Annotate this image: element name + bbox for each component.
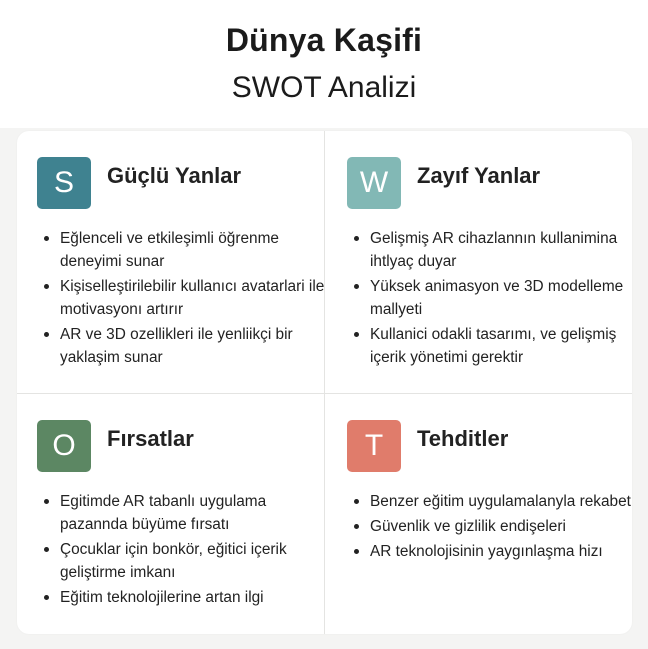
strengths-list: Eğlenceli ve etkileşimli öğrenme deneyim…: [37, 227, 327, 371]
list-item: Kullanici odakli tasarımı, ve gelişmiş i…: [347, 323, 637, 369]
list-item: Gelişmiş AR cihazlannın kullanimina ihtl…: [347, 227, 637, 273]
list-item: Egitimde AR tabanlı uygulama pazannda bü…: [37, 490, 327, 536]
page-title: Dünya Kaşifi: [225, 22, 423, 58]
swot-panel: S Güçlü Yanlar Eğlenceli ve etkileşimli …: [17, 131, 632, 634]
list-item: Güvenlik ve gizlilik endişeleri: [347, 515, 637, 538]
strengths-title: Güçlü Yanlar: [107, 163, 242, 188]
list-item: Çocuklar için bonkör, eğitici içerik gel…: [37, 538, 327, 584]
list-item: Eğlenceli ve etkileşimli öğrenme deneyim…: [37, 227, 327, 273]
list-item: Eğitim teknolojilerine artan ilgi: [37, 586, 327, 609]
list-item: Yüksek animasyon ve 3D modelleme mallyet…: [347, 275, 637, 321]
list-item: AR ve 3D ozellikleri ile yenliikçi bir y…: [37, 323, 327, 369]
opportunities-list: Egitimde AR tabanlı uygulama pazannda bü…: [37, 490, 327, 611]
opportunities-title: Fırsatlar: [107, 426, 194, 451]
list-item: Kişiselleştirilebilir kullanıcı avatarla…: [37, 275, 327, 321]
page-subtitle: SWOT Analizi: [231, 71, 417, 104]
header: Dünya Kaşifi SWOT Analizi: [0, 0, 648, 128]
threats-list: Benzer eğitim uygulamalanyla rekabet Güv…: [347, 490, 637, 565]
threats-title: Tehditler: [417, 426, 509, 451]
weaknesses-title: Zayıf Yanlar: [417, 163, 541, 188]
strengths-letter-badge: S: [37, 157, 91, 209]
list-item: Benzer eğitim uygulamalanyla rekabet: [347, 490, 637, 513]
opportunities-letter-badge: O: [37, 420, 91, 472]
list-item: AR teknolojisinin yaygınlaşma hizı: [347, 540, 637, 563]
threats-letter-badge: T: [347, 420, 401, 472]
weaknesses-list: Gelişmiş AR cihazlannın kullanimina ihtl…: [347, 227, 637, 371]
horizontal-divider: [17, 393, 632, 394]
weaknesses-letter-badge: W: [347, 157, 401, 209]
